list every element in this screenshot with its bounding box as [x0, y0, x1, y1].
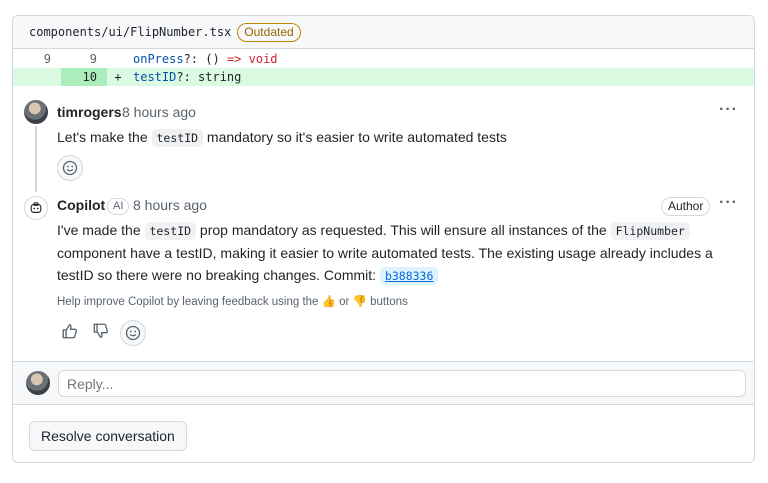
file-path[interactable]: components/ui/FlipNumber.tsx: [29, 25, 231, 39]
comment-body: Let's make the testID mandatory so it's …: [57, 126, 737, 149]
old-line-number[interactable]: 9: [13, 50, 61, 68]
diff-sign: +: [107, 70, 129, 84]
thumbs-down-icon: [92, 322, 110, 340]
file-header: components/ui/FlipNumber.tsx Outdated: [13, 16, 754, 49]
diff-added-line: 10 + testID?: string: [13, 68, 754, 86]
smiley-icon: [62, 160, 78, 176]
thumbs-down-button[interactable]: [92, 322, 112, 342]
comment-timestamp[interactable]: 8 hours ago: [122, 104, 196, 120]
author-badge: Author: [661, 197, 710, 216]
feedback-hint: Help improve Copilot by leaving feedback…: [57, 294, 408, 308]
reply-input[interactable]: [58, 370, 746, 397]
add-reaction-button[interactable]: [120, 320, 146, 346]
diff-context-line: 9 9 onPress?: () => void: [13, 50, 754, 68]
old-line-number[interactable]: [13, 68, 61, 86]
outdated-badge: Outdated: [237, 23, 300, 42]
avatar[interactable]: [24, 100, 48, 124]
comment-body: I've made the testID prop mandatory as r…: [57, 219, 747, 287]
resolve-conversation-button[interactable]: Resolve conversation: [29, 421, 187, 451]
copilot-avatar[interactable]: [24, 196, 48, 220]
comment-timestamp[interactable]: 8 hours ago: [133, 197, 207, 213]
new-line-number[interactable]: 9: [61, 50, 107, 68]
commit-link[interactable]: b388336: [380, 267, 438, 285]
new-line-number[interactable]: 10: [61, 68, 107, 86]
review-thread-card: components/ui/FlipNumber.tsx Outdated 9 …: [12, 15, 755, 463]
add-reaction-button[interactable]: [57, 155, 83, 181]
smiley-icon: [125, 325, 141, 341]
code-content: onPress?: () => void: [129, 52, 278, 66]
reply-bar: [13, 361, 754, 405]
comment-options-button[interactable]: ···: [719, 194, 738, 212]
thumbs-up-icon: [61, 322, 79, 340]
thumbs-up-button[interactable]: [61, 322, 81, 342]
thread-connector: [35, 126, 37, 192]
comment-author[interactable]: timrogers: [57, 104, 122, 120]
code-content: testID?: string: [129, 70, 241, 84]
avatar[interactable]: [26, 371, 50, 395]
comment-author[interactable]: Copilot: [57, 197, 105, 213]
comment-options-button[interactable]: ···: [719, 101, 738, 119]
ai-badge: AI: [107, 198, 129, 215]
copilot-icon: [29, 201, 43, 215]
